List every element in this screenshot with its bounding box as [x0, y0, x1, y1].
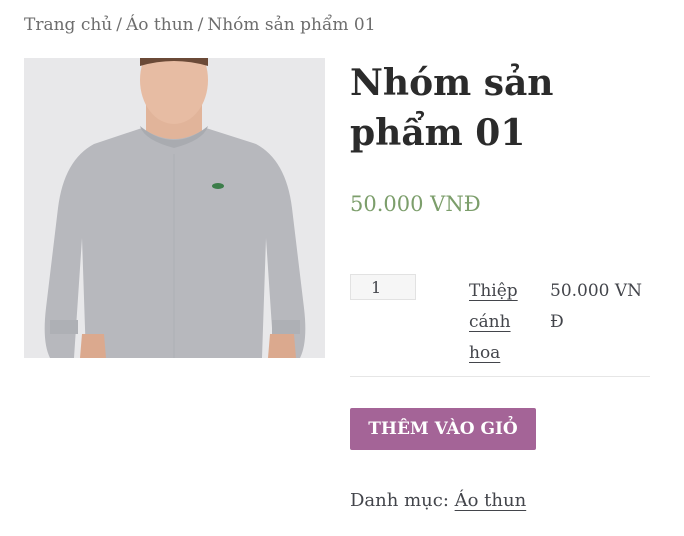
category-link[interactable]: Áo thun [455, 490, 527, 511]
breadcrumb-category-link[interactable]: Áo thun [126, 15, 194, 35]
add-to-cart-button[interactable]: THÊM VÀO GIỎ [350, 408, 536, 450]
product-price: 50.000 VNĐ [350, 192, 481, 216]
grouped-item-link[interactable]: Thiệp cánh hoa [469, 281, 518, 363]
category-label: Danh mục: [350, 490, 449, 511]
product-image[interactable] [24, 58, 325, 358]
product-category-meta: Danh mục: Áo thun [350, 490, 526, 511]
breadcrumb-separator: / [197, 15, 204, 35]
breadcrumb-separator: / [116, 15, 122, 35]
quantity-input[interactable] [350, 274, 416, 300]
grouped-item-name: Thiệp cánh hoa [469, 276, 525, 369]
breadcrumb-current: Nhóm sản phẩm 01 [207, 15, 376, 35]
breadcrumb: Trang chủ / Áo thun / Nhóm sản phẩm 01 [24, 15, 376, 35]
product-title: Nhóm sản phẩm 01 [350, 62, 554, 154]
product-photo [24, 58, 325, 358]
grouped-product-table: Thiệp cánh hoa 50.000 VNĐ [350, 272, 650, 377]
breadcrumb-home-link[interactable]: Trang chủ [24, 15, 112, 35]
grouped-item-price: 50.000 VNĐ [550, 281, 643, 332]
